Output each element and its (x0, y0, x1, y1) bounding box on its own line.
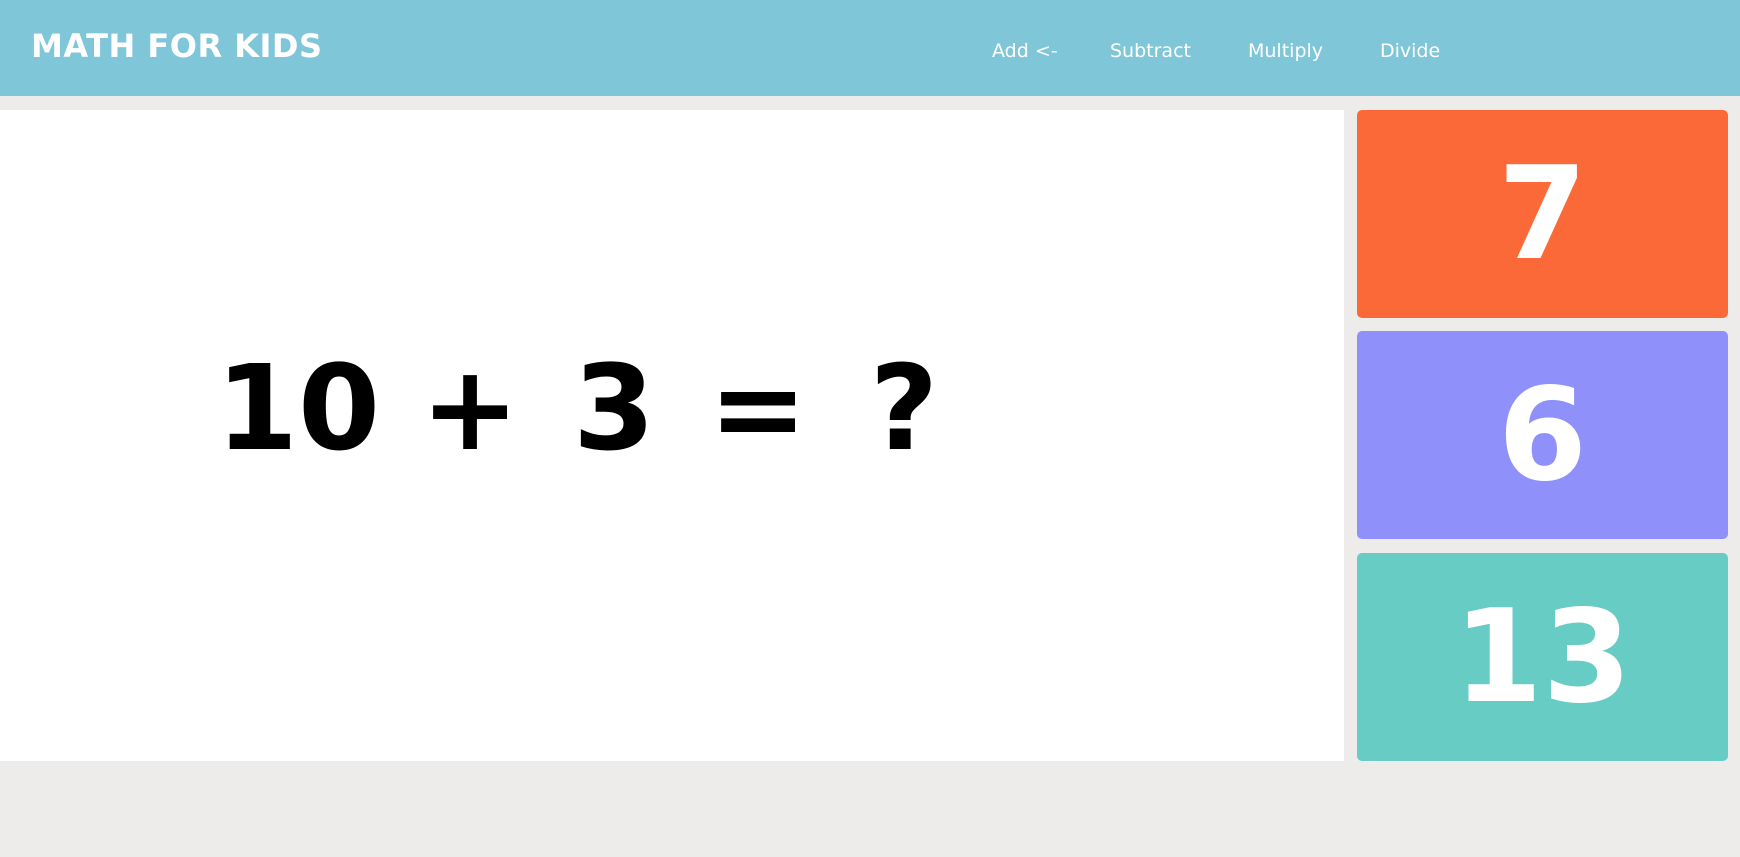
nav-item-subtract[interactable]: Subtract (1110, 36, 1191, 66)
nav-item-multiply[interactable]: Multiply (1248, 36, 1323, 66)
answer-option-value: 6 (1497, 360, 1588, 510)
site-logo[interactable]: MATH FOR KIDS (31, 26, 323, 66)
nav-item-divide[interactable]: Divide (1380, 36, 1440, 66)
question-unknown: ? (869, 339, 939, 477)
math-question: 10 + 3 = ? (0, 110, 1344, 761)
question-equals: = (708, 339, 808, 477)
answer-option-value: 13 (1453, 582, 1632, 732)
answer-option-1[interactable]: 7 (1357, 110, 1728, 318)
question-operator: + (420, 339, 520, 477)
question-panel: 10 + 3 = ? (0, 110, 1344, 761)
header-bar: MATH FOR KIDS Add <- Subtract Multiply D… (0, 0, 1740, 96)
answer-option-value: 7 (1497, 139, 1588, 289)
question-operand-2: 3 (572, 339, 656, 477)
answer-option-2[interactable]: 6 (1357, 331, 1728, 539)
nav-item-add[interactable]: Add <- (992, 36, 1058, 66)
answer-option-3[interactable]: 13 (1357, 553, 1728, 761)
question-operand-1: 10 (215, 339, 381, 477)
